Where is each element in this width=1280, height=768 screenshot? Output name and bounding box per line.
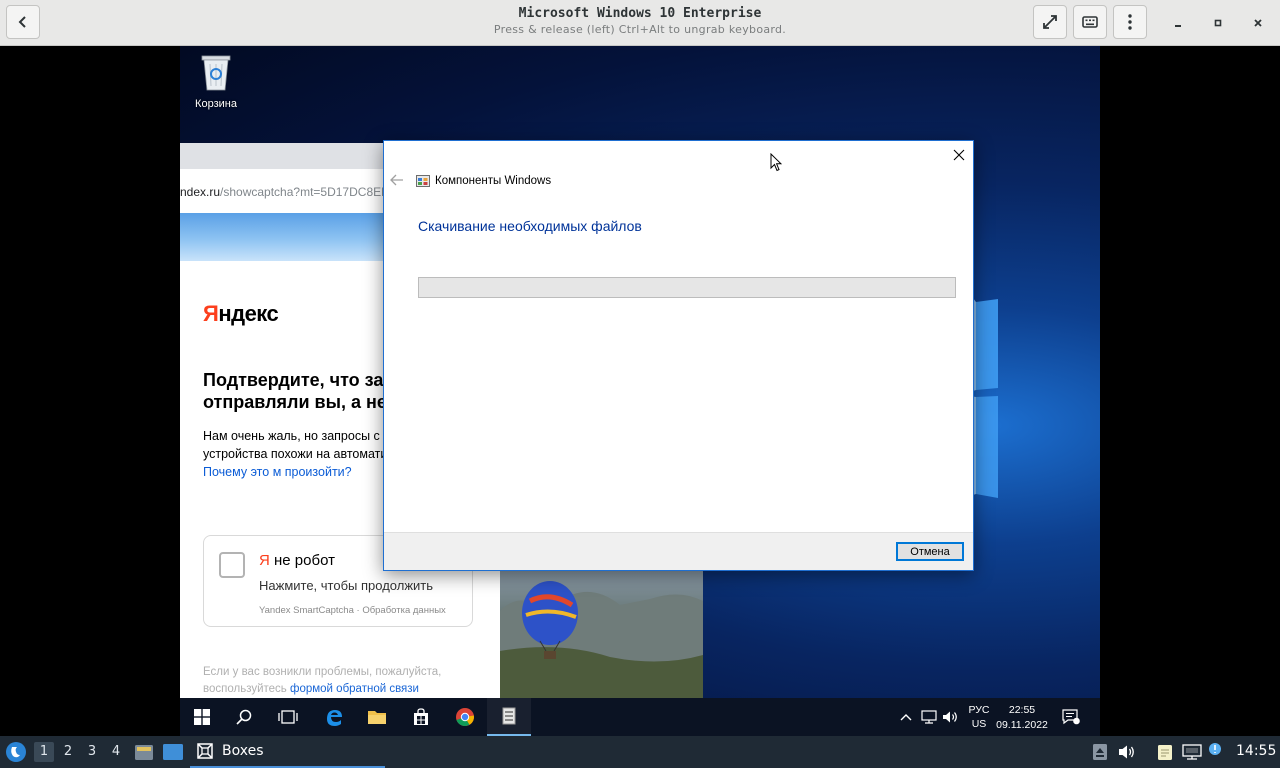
dialog-back-button[interactable] xyxy=(390,174,404,190)
hot-air-balloon-image xyxy=(500,581,703,703)
fullscreen-icon xyxy=(1043,15,1057,29)
captcha-footer: Yandex SmartCaptcha · Обработка данных xyxy=(259,605,446,616)
fullscreen-button[interactable] xyxy=(1033,5,1067,39)
file-explorer-button[interactable] xyxy=(355,698,399,736)
host-panel: 1 2 3 4 Boxes 14:55 xyxy=(0,736,1280,768)
clipboard-icon[interactable] xyxy=(1156,743,1174,761)
windows-date: 09.11.2022 xyxy=(996,719,1048,731)
url-path: /showcaptcha?mt=5D17DC8EB3 xyxy=(220,185,396,199)
why-link[interactable]: Почему это м произойти? xyxy=(203,465,352,479)
windows-features-icon xyxy=(502,707,516,725)
network-icon[interactable] xyxy=(921,710,937,724)
not-robot-label-ya: Я xyxy=(259,552,270,569)
search-icon xyxy=(236,709,252,725)
folder-icon xyxy=(368,711,386,724)
yandex-logo: Яндекс xyxy=(203,301,279,327)
host-clock[interactable]: 14:55 xyxy=(1236,743,1276,759)
desktop-icon[interactable] xyxy=(162,743,184,761)
windows-features-icon xyxy=(416,175,430,187)
chevron-up-icon[interactable] xyxy=(900,712,912,722)
download-status: Скачивание необходимых файлов xyxy=(418,218,642,234)
store-icon xyxy=(414,708,428,725)
workspace-1[interactable]: 1 xyxy=(34,742,54,762)
dialog-title: Компоненты Windows xyxy=(435,175,552,187)
windows-features-taskbar-button[interactable] xyxy=(487,698,531,736)
not-robot-label: Я не робот xyxy=(259,552,335,569)
boxes-icon xyxy=(197,743,213,759)
volume-icon[interactable] xyxy=(1118,744,1136,760)
recycle-bin-label: Корзина xyxy=(195,98,237,110)
eject-icon[interactable] xyxy=(1092,743,1108,761)
edge-taskbar-button[interactable] xyxy=(312,698,356,736)
chrome-button[interactable] xyxy=(443,698,487,736)
workspace-4[interactable]: 4 xyxy=(106,742,126,762)
cancel-button[interactable]: Отмена xyxy=(896,542,964,561)
language-line-2: US xyxy=(971,718,987,730)
recycle-bin-desktop-icon[interactable]: Корзина xyxy=(188,52,244,110)
workspace-3[interactable]: 3 xyxy=(82,742,102,762)
arrow-left-icon xyxy=(390,174,403,186)
url-host: ndex.ru xyxy=(180,185,221,199)
maximize-button[interactable] xyxy=(1208,13,1228,33)
task-view-button[interactable] xyxy=(266,698,310,736)
feedback-link[interactable]: формой обратной связи xyxy=(290,683,419,695)
dialog-footer: Отмена xyxy=(384,532,973,570)
windows-wallpaper-logo xyxy=(970,294,998,498)
search-button[interactable] xyxy=(222,698,266,736)
close-icon xyxy=(1254,19,1262,27)
start-button[interactable] xyxy=(180,698,224,736)
boxes-taskbar-label: Boxes xyxy=(222,743,264,759)
menu-button[interactable] xyxy=(1113,5,1147,39)
mouse-pointer-icon xyxy=(770,153,782,172)
vm-display[interactable]: Корзина ndex.ru/showcaptcha?mt=5D17DC8EB… xyxy=(180,46,1100,736)
close-button[interactable] xyxy=(1248,13,1268,33)
windows-taskbar: РУС US 22:55 09.11.2022 xyxy=(180,698,1100,736)
notification-icon[interactable] xyxy=(1208,742,1222,756)
file-manager-icon[interactable] xyxy=(134,743,154,761)
action-center-icon[interactable] xyxy=(1062,709,1080,725)
balloon-photo xyxy=(500,571,703,703)
maximize-icon xyxy=(1214,19,1222,27)
language-indicator[interactable]: РУС US xyxy=(967,703,991,731)
yandex-logo-first: Я xyxy=(203,301,219,326)
help-text: Если у вас возникли проблемы, пожалуйста… xyxy=(203,664,463,698)
store-button[interactable] xyxy=(399,698,443,736)
close-icon xyxy=(953,149,965,161)
minimize-icon xyxy=(1175,25,1181,27)
download-progress-bar xyxy=(418,277,956,298)
more-vertical-icon xyxy=(1128,14,1132,30)
chrome-icon xyxy=(456,708,475,727)
dialog-close-button[interactable] xyxy=(949,145,969,165)
captcha-hint: Нажмите, чтобы продолжить xyxy=(259,578,434,593)
app-menu-icon[interactable] xyxy=(5,741,27,763)
not-robot-checkbox[interactable] xyxy=(219,552,245,578)
language-line-1: РУС xyxy=(968,704,990,716)
recycle-bin-icon xyxy=(201,55,231,91)
url-text: ndex.ru/showcaptcha?mt=5D17DC8EB3 xyxy=(180,185,396,199)
yandex-logo-rest: ндекс xyxy=(218,301,279,326)
workspace-2[interactable]: 2 xyxy=(58,742,78,762)
windows-clock[interactable]: 22:55 09.11.2022 xyxy=(992,703,1052,733)
minimize-button[interactable] xyxy=(1168,13,1188,33)
edge-icon xyxy=(327,710,342,726)
keyboard-icon xyxy=(1082,16,1098,28)
keyboard-button[interactable] xyxy=(1073,5,1107,39)
task-view-icon xyxy=(278,710,298,724)
windows-time: 22:55 xyxy=(1008,704,1036,716)
boxes-taskbar-button[interactable]: Boxes xyxy=(190,736,385,768)
not-robot-label-text: не робот xyxy=(269,552,335,569)
windows-start-icon xyxy=(194,709,210,725)
volume-icon[interactable] xyxy=(942,710,958,724)
boxes-headerbar: Microsoft Windows 10 Enterprise Press & … xyxy=(0,0,1280,46)
network-icon[interactable] xyxy=(1182,744,1202,760)
windows-features-dialog: Компоненты Windows Скачивание необходимы… xyxy=(383,140,974,571)
